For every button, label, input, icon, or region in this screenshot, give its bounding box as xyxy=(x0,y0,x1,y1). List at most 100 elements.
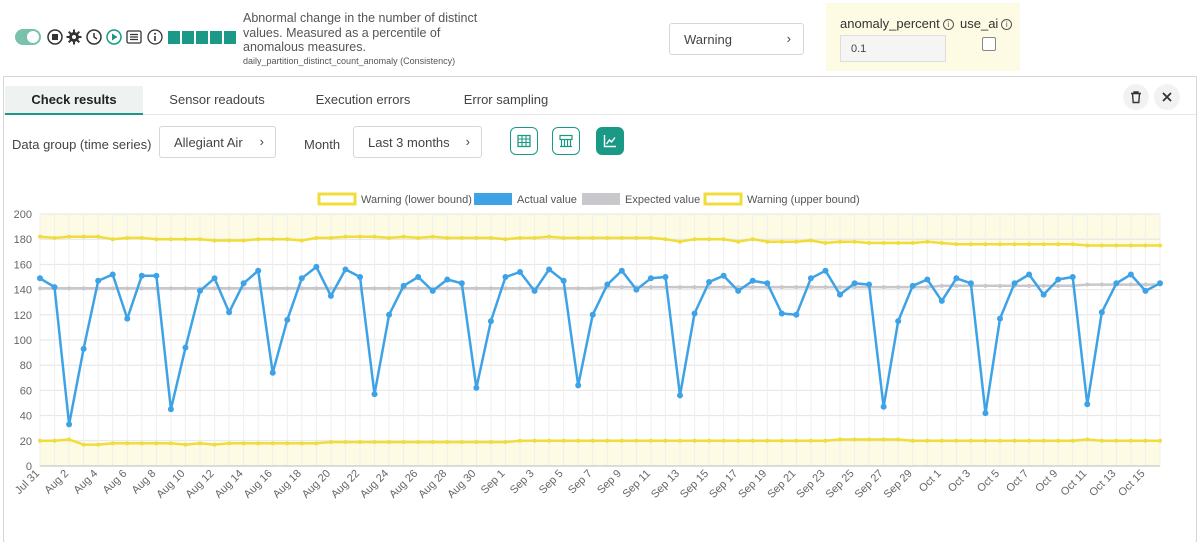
x-tick-label: Sep 19 xyxy=(736,468,769,501)
x-tick-label: Oct 1 xyxy=(917,468,944,495)
warning-upper-point xyxy=(256,237,261,242)
warning-lower-point xyxy=(823,438,828,443)
x-tick-label: Oct 11 xyxy=(1059,468,1090,499)
warning-upper-point xyxy=(532,235,537,240)
actual-value-point xyxy=(313,263,320,270)
warning-lower-point xyxy=(183,442,188,447)
chevron-right-icon: › xyxy=(259,134,264,149)
anomaly-percent-input[interactable]: 0.1 xyxy=(840,35,946,62)
grid-view-button[interactable] xyxy=(552,127,580,155)
expected-value-point xyxy=(227,286,232,291)
warning-upper-point xyxy=(721,237,726,242)
warning-lower-point xyxy=(983,438,988,443)
warning-lower-point xyxy=(445,440,450,445)
info-icon[interactable]: i xyxy=(942,19,954,30)
warning-upper-point xyxy=(779,239,784,244)
actual-value-point xyxy=(342,266,349,273)
actual-value-point xyxy=(473,384,480,391)
x-tick-label: Oct 7 xyxy=(1004,468,1031,495)
warning-upper-point xyxy=(1158,243,1162,248)
trash-icon xyxy=(1131,91,1141,104)
actual-value-point xyxy=(1157,280,1163,287)
expected-value-point xyxy=(299,286,304,291)
warning-upper-point xyxy=(401,234,406,239)
expected-value-point xyxy=(139,286,144,291)
x-tick-label: Aug 26 xyxy=(387,468,420,501)
close-icon xyxy=(1162,92,1172,102)
data-group-select[interactable]: Allegiant Air › xyxy=(159,126,276,158)
x-tick-label: Aug 22 xyxy=(329,468,362,501)
y-tick-label: 180 xyxy=(14,234,32,246)
warning-upper-point xyxy=(343,234,348,239)
actual-value-point xyxy=(837,291,843,298)
use-ai-label: use_ai i xyxy=(960,16,1013,31)
expected-value-point xyxy=(445,286,450,291)
actual-value-point xyxy=(1098,309,1105,316)
warning-lower-point xyxy=(387,440,392,445)
expected-value-point xyxy=(183,286,188,291)
warning-upper-point xyxy=(678,239,682,244)
warning-upper-point xyxy=(227,238,232,243)
chart-view-button[interactable] xyxy=(596,127,624,155)
use-ai-checkbox[interactable] xyxy=(982,37,996,51)
gear-icon[interactable] xyxy=(66,29,82,45)
x-tick-label: Aug 12 xyxy=(184,468,217,501)
tab-check-results[interactable]: Check results xyxy=(5,86,143,115)
warning-lower-point xyxy=(881,437,886,442)
data-group-value: Allegiant Air xyxy=(174,135,243,150)
warning-lower-point xyxy=(518,438,522,443)
stop-icon[interactable] xyxy=(47,29,63,45)
warning-lower-point xyxy=(1041,438,1046,443)
actual-value-point xyxy=(255,267,262,274)
warning-lower-point xyxy=(1056,438,1061,443)
expected-value-point xyxy=(954,283,959,288)
run-icon[interactable] xyxy=(106,29,122,45)
warning-upper-point xyxy=(96,234,101,239)
x-tick-label: Aug 4 xyxy=(71,468,100,497)
x-tick-label: Sep 15 xyxy=(678,468,711,501)
data-group-label: Data group (time series) xyxy=(12,137,152,152)
check-name-text: daily_partition_distinct_count_anomaly xyxy=(243,56,398,66)
x-tick-label: Aug 30 xyxy=(445,468,478,501)
table-view-button[interactable] xyxy=(510,127,538,155)
warning-upper-point xyxy=(983,242,988,247)
severity-select[interactable]: Warning › xyxy=(669,23,804,55)
actual-value-point xyxy=(109,271,116,278)
actual-value-point xyxy=(66,421,73,428)
warning-upper-point xyxy=(38,234,42,239)
tab-execution-errors[interactable]: Execution errors xyxy=(302,86,424,115)
expected-value-point xyxy=(1085,282,1090,287)
warning-lower-point xyxy=(110,441,115,446)
tab-error-sampling[interactable]: Error sampling xyxy=(450,86,562,115)
tab-sensor-readouts[interactable]: Sensor readouts xyxy=(156,86,278,115)
warning-upper-point xyxy=(692,237,697,242)
warning-lower-point xyxy=(52,438,57,443)
clock-icon[interactable] xyxy=(86,29,102,45)
close-button[interactable] xyxy=(1154,84,1180,110)
y-tick-label: 160 xyxy=(14,259,32,271)
x-tick-label: Aug 2 xyxy=(42,468,71,497)
warning-lower-point xyxy=(634,438,639,443)
warning-upper-point xyxy=(1012,242,1017,247)
legend-swatch xyxy=(474,193,512,205)
delete-button[interactable] xyxy=(1123,84,1149,110)
x-tick-label: Sep 25 xyxy=(824,468,857,501)
warning-lower-point xyxy=(343,440,348,445)
warning-lower-point xyxy=(736,438,741,443)
list-icon[interactable] xyxy=(126,29,142,45)
anomaly-percent-label-text: anomaly_percent xyxy=(840,16,940,31)
warning-lower-point xyxy=(270,441,275,446)
actual-value-point xyxy=(895,318,902,325)
actual-value-point xyxy=(386,311,393,318)
actual-value-point xyxy=(153,272,160,279)
info-icon[interactable] xyxy=(147,29,163,45)
x-tick-label: Oct 9 xyxy=(1033,468,1060,495)
legend-swatch xyxy=(317,192,357,206)
info-icon[interactable]: i xyxy=(1001,19,1013,30)
enable-toggle[interactable] xyxy=(15,29,41,45)
month-select[interactable]: Last 3 months › xyxy=(353,126,482,158)
expected-value-point xyxy=(1128,282,1133,287)
actual-value-point xyxy=(997,315,1003,322)
warning-lower-point xyxy=(416,440,421,445)
month-label: Month xyxy=(304,137,341,152)
